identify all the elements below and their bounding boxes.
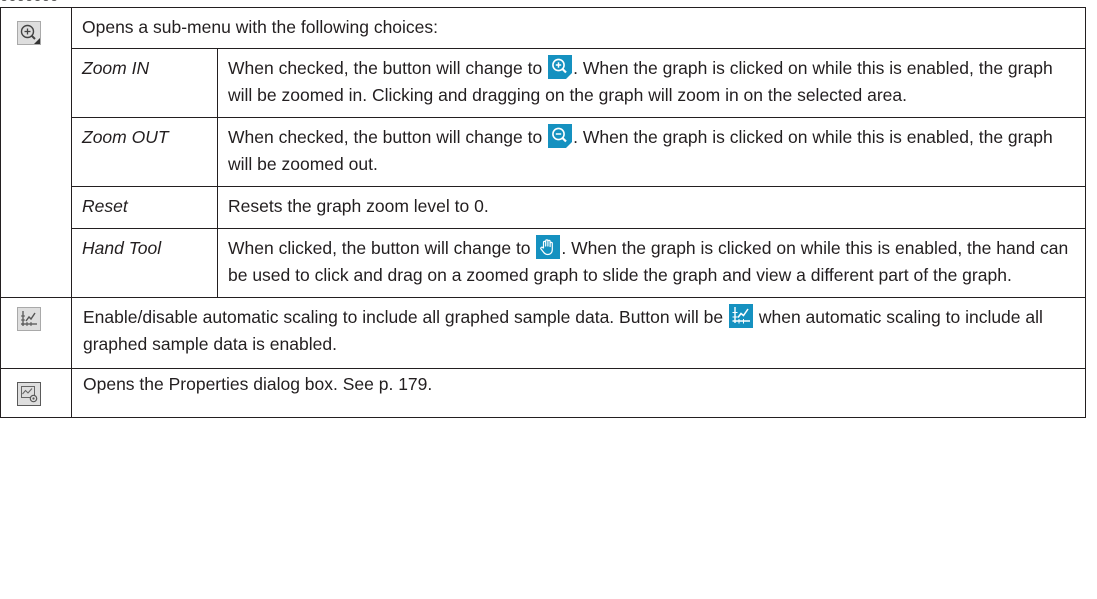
hand-tool-text-before: When clicked, the button will change to: [228, 238, 536, 258]
autoscale-text: Enable/disable automatic scaling to incl…: [72, 298, 1085, 368]
auto-scale-active-icon: [728, 304, 753, 328]
zoom-in-term: Zoom IN: [72, 48, 218, 118]
zoom-option-row: Reset Resets the graph zoom level to 0.: [72, 186, 1085, 229]
icon-cell: [0, 368, 72, 418]
auto-scale-icon[interactable]: [17, 307, 41, 331]
zoom-in-explanation: When checked, the button will change to …: [217, 48, 1085, 118]
hand-tool-explanation: When clicked, the button will change to …: [217, 228, 1085, 297]
zoom-option-row: Hand Tool When clicked, the button will …: [72, 228, 1085, 297]
zoom-options-table: Zoom IN When checked, the button will ch…: [72, 48, 1085, 297]
zoom-out-term: Zoom OUT: [72, 117, 218, 187]
properties-text: Opens the Properties dialog box. See p. …: [83, 374, 433, 394]
zoom-menu-icon[interactable]: [17, 21, 41, 45]
zoom-out-active-icon: [548, 124, 573, 148]
autoscale-row: Enable/disable automatic scaling to incl…: [0, 297, 1086, 369]
zoom-in-active-icon: [548, 55, 573, 79]
autoscale-text-before: Enable/disable automatic scaling to incl…: [83, 307, 728, 327]
submenu-corner-icon: [34, 38, 40, 44]
hand-tool-term: Hand Tool: [72, 228, 218, 297]
properties-icon[interactable]: [17, 382, 41, 406]
hand-tool-active-icon: [536, 235, 561, 259]
properties-description-cell: Opens the Properties dialog box. See p. …: [71, 368, 1086, 418]
reset-explanation: Resets the graph zoom level to 0.: [217, 186, 1085, 229]
icon-cell: [0, 7, 72, 298]
zoom-out-explanation: When checked, the button will change to …: [217, 117, 1085, 187]
zoom-description-cell: Opens a sub-menu with the following choi…: [71, 7, 1086, 298]
reset-term: Reset: [72, 186, 218, 229]
zoom-intro-text: Opens a sub-menu with the following choi…: [82, 17, 439, 37]
toolbar-button-table: Opens a sub-menu with the following choi…: [0, 7, 1086, 418]
icon-cell: [0, 297, 72, 369]
zoom-row: Opens a sub-menu with the following choi…: [0, 7, 1086, 298]
zoom-out-text-before: When checked, the button will change to: [228, 127, 548, 147]
autoscale-description-cell: Enable/disable automatic scaling to incl…: [71, 297, 1086, 369]
properties-row: Opens the Properties dialog box. See p. …: [0, 368, 1086, 418]
cut-off-text: 0000000: [0, 0, 58, 5]
zoom-option-row: Zoom OUT When checked, the button will c…: [72, 117, 1085, 187]
zoom-in-text-before: When checked, the button will change to: [228, 58, 548, 78]
zoom-option-row: Zoom IN When checked, the button will ch…: [72, 48, 1085, 118]
